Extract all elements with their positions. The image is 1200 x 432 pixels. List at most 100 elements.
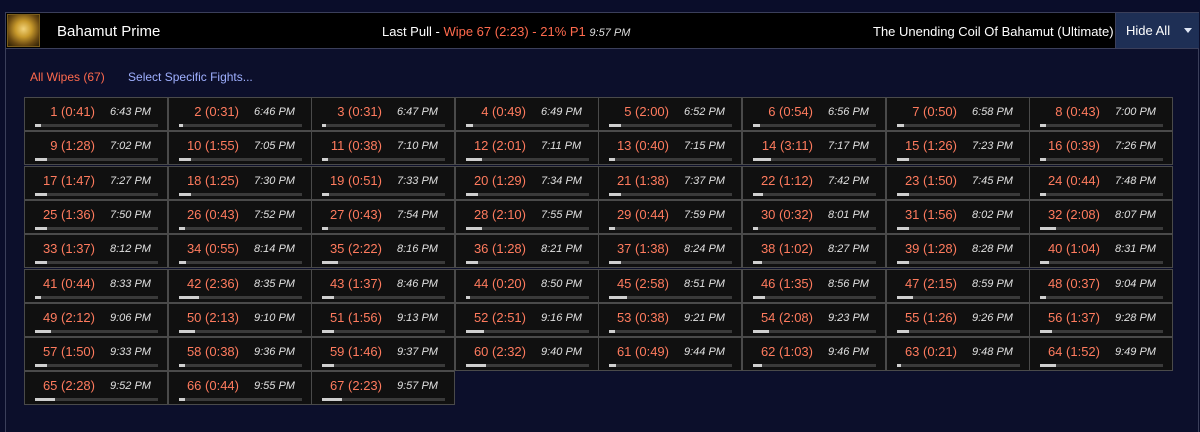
fight-cell[interactable]: 63 (0:21) 9:48 PM <box>886 337 1030 371</box>
fight-cell[interactable]: 19 (0:51) 7:33 PM <box>311 166 455 200</box>
fight-cell[interactable]: 5 (2:00) 6:52 PM <box>598 97 742 131</box>
fight-progress-bar <box>753 296 876 299</box>
select-specific-fights-link[interactable]: Select Specific Fights... <box>128 70 253 84</box>
fight-label: 29 (0:44) <box>616 207 669 222</box>
fight-cell[interactable]: 64 (1:52) 9:49 PM <box>1029 337 1173 371</box>
fight-cell[interactable]: 67 (2:23) 9:57 PM <box>311 371 455 405</box>
fight-label: 21 (1:38) <box>616 173 669 188</box>
fight-cell[interactable]: 21 (1:38) 7:37 PM <box>598 166 742 200</box>
fight-time: 9:55 PM <box>254 380 295 392</box>
fight-progress-bar <box>322 364 445 367</box>
fight-cell[interactable]: 6 (0:54) 6:56 PM <box>742 97 886 131</box>
fight-cell[interactable]: 46 (1:35) 8:56 PM <box>742 269 886 303</box>
fight-progress-fill <box>322 124 326 127</box>
fight-cell[interactable]: 2 (0:31) 6:46 PM <box>168 97 312 131</box>
fight-cell[interactable]: 57 (1:50) 9:33 PM <box>24 337 168 371</box>
fight-cell[interactable]: 47 (2:15) 8:59 PM <box>886 269 1030 303</box>
fight-cell[interactable]: 36 (1:28) 8:21 PM <box>455 234 599 268</box>
fight-cell[interactable]: 22 (1:12) 7:42 PM <box>742 166 886 200</box>
fight-progress-fill <box>179 398 186 401</box>
fight-cell[interactable]: 30 (0:32) 8:01 PM <box>742 200 886 234</box>
fight-cell[interactable]: 48 (0:37) 9:04 PM <box>1029 269 1173 303</box>
fight-cell[interactable]: 52 (2:51) 9:16 PM <box>455 303 599 337</box>
fight-cell[interactable]: 55 (1:26) 9:26 PM <box>886 303 1030 337</box>
fight-progress-fill <box>322 261 338 264</box>
fight-cell[interactable]: 35 (2:22) 8:16 PM <box>311 234 455 268</box>
fight-cell[interactable]: 7 (0:50) 6:58 PM <box>886 97 1030 131</box>
fight-cell[interactable]: 50 (2:13) 9:10 PM <box>168 303 312 337</box>
fight-cell[interactable]: 29 (0:44) 7:59 PM <box>598 200 742 234</box>
fight-time: 6:56 PM <box>828 106 869 118</box>
fight-cell[interactable]: 60 (2:32) 9:40 PM <box>455 337 599 371</box>
fight-cell[interactable]: 12 (2:01) 7:11 PM <box>455 131 599 165</box>
fight-progress-fill <box>1040 158 1047 161</box>
fight-cell[interactable]: 34 (0:55) 8:14 PM <box>168 234 312 268</box>
fight-cell[interactable]: 62 (1:03) 9:46 PM <box>742 337 886 371</box>
fight-cell[interactable]: 43 (1:37) 8:46 PM <box>311 269 455 303</box>
fight-progress-bar <box>466 261 589 264</box>
fight-cell[interactable]: 8 (0:43) 7:00 PM <box>1029 97 1173 131</box>
last-pull-label: Last Pull - <box>382 24 440 39</box>
fight-cell[interactable]: 39 (1:28) 8:28 PM <box>886 234 1030 268</box>
fight-label: 43 (1:37) <box>329 276 382 291</box>
fight-cell[interactable]: 18 (1:25) 7:30 PM <box>168 166 312 200</box>
fight-cell[interactable]: 1 (0:41) 6:43 PM <box>24 97 168 131</box>
fight-label: 53 (0:38) <box>616 310 669 325</box>
fight-cell[interactable]: 3 (0:31) 6:47 PM <box>311 97 455 131</box>
fight-cell[interactable]: 41 (0:44) 8:33 PM <box>24 269 168 303</box>
fight-progress-bar <box>179 364 302 367</box>
fight-cell[interactable]: 66 (0:44) 9:55 PM <box>168 371 312 405</box>
fight-progress-bar <box>35 364 158 367</box>
fight-progress-bar <box>1040 193 1163 196</box>
fight-cell[interactable]: 23 (1:50) 7:45 PM <box>886 166 1030 200</box>
fight-cell[interactable]: 59 (1:46) 9:37 PM <box>311 337 455 371</box>
fight-progress-fill <box>35 158 48 161</box>
fight-progress-bar <box>753 364 876 367</box>
fight-cell[interactable]: 20 (1:29) 7:34 PM <box>455 166 599 200</box>
hide-all-button[interactable]: Hide All <box>1115 13 1199 48</box>
fight-cell[interactable]: 54 (2:08) 9:23 PM <box>742 303 886 337</box>
fight-cell[interactable]: 25 (1:36) 7:50 PM <box>24 200 168 234</box>
fight-cell[interactable]: 61 (0:49) 9:44 PM <box>598 337 742 371</box>
fight-cell[interactable]: 51 (1:56) 9:13 PM <box>311 303 455 337</box>
fight-cell[interactable]: 28 (2:10) 7:55 PM <box>455 200 599 234</box>
fight-cell[interactable]: 13 (0:40) 7:15 PM <box>598 131 742 165</box>
fight-cell[interactable]: 42 (2:36) 8:35 PM <box>168 269 312 303</box>
fight-cell[interactable]: 58 (0:38) 9:36 PM <box>168 337 312 371</box>
fight-cell[interactable]: 4 (0:49) 6:49 PM <box>455 97 599 131</box>
fight-cell[interactable]: 16 (0:39) 7:26 PM <box>1029 131 1173 165</box>
fight-cell[interactable]: 15 (1:26) 7:23 PM <box>886 131 1030 165</box>
fight-progress-bar <box>1040 296 1163 299</box>
fight-cell[interactable]: 14 (3:11) 7:17 PM <box>742 131 886 165</box>
all-wipes-link[interactable]: All Wipes (67) <box>30 70 105 84</box>
fight-cell[interactable]: 65 (2:28) 9:52 PM <box>24 371 168 405</box>
fight-cell[interactable]: 49 (2:12) 9:06 PM <box>24 303 168 337</box>
fight-progress-bar <box>897 364 1020 367</box>
fight-time: 7:54 PM <box>397 209 438 221</box>
fight-progress-fill <box>466 193 479 196</box>
fight-label: 60 (2:32) <box>473 344 526 359</box>
fight-cell[interactable]: 9 (1:28) 7:02 PM <box>24 131 168 165</box>
fight-cell[interactable]: 11 (0:38) 7:10 PM <box>311 131 455 165</box>
fight-time: 8:12 PM <box>110 243 151 255</box>
fight-cell[interactable]: 40 (1:04) 8:31 PM <box>1029 234 1173 268</box>
fight-progress-bar <box>179 158 302 161</box>
fight-label: 56 (1:37) <box>1047 310 1100 325</box>
fight-progress-fill <box>1040 261 1049 264</box>
fight-progress-fill <box>179 261 187 264</box>
fight-cell[interactable]: 56 (1:37) 9:28 PM <box>1029 303 1173 337</box>
fight-cell[interactable]: 24 (0:44) 7:48 PM <box>1029 166 1173 200</box>
fight-cell[interactable]: 17 (1:47) 7:27 PM <box>24 166 168 200</box>
fight-cell[interactable]: 38 (1:02) 8:27 PM <box>742 234 886 268</box>
fight-cell[interactable]: 33 (1:37) 8:12 PM <box>24 234 168 268</box>
fight-cell[interactable]: 32 (2:08) 8:07 PM <box>1029 200 1173 234</box>
fight-cell[interactable]: 10 (1:55) 7:05 PM <box>168 131 312 165</box>
fight-progress-fill <box>753 330 769 333</box>
fight-cell[interactable]: 44 (0:20) 8:50 PM <box>455 269 599 303</box>
fight-cell[interactable]: 27 (0:43) 7:54 PM <box>311 200 455 234</box>
fight-cell[interactable]: 31 (1:56) 8:02 PM <box>886 200 1030 234</box>
fight-cell[interactable]: 37 (1:38) 8:24 PM <box>598 234 742 268</box>
fight-cell[interactable]: 45 (2:58) 8:51 PM <box>598 269 742 303</box>
fight-cell[interactable]: 53 (0:38) 9:21 PM <box>598 303 742 337</box>
fight-cell[interactable]: 26 (0:43) 7:52 PM <box>168 200 312 234</box>
